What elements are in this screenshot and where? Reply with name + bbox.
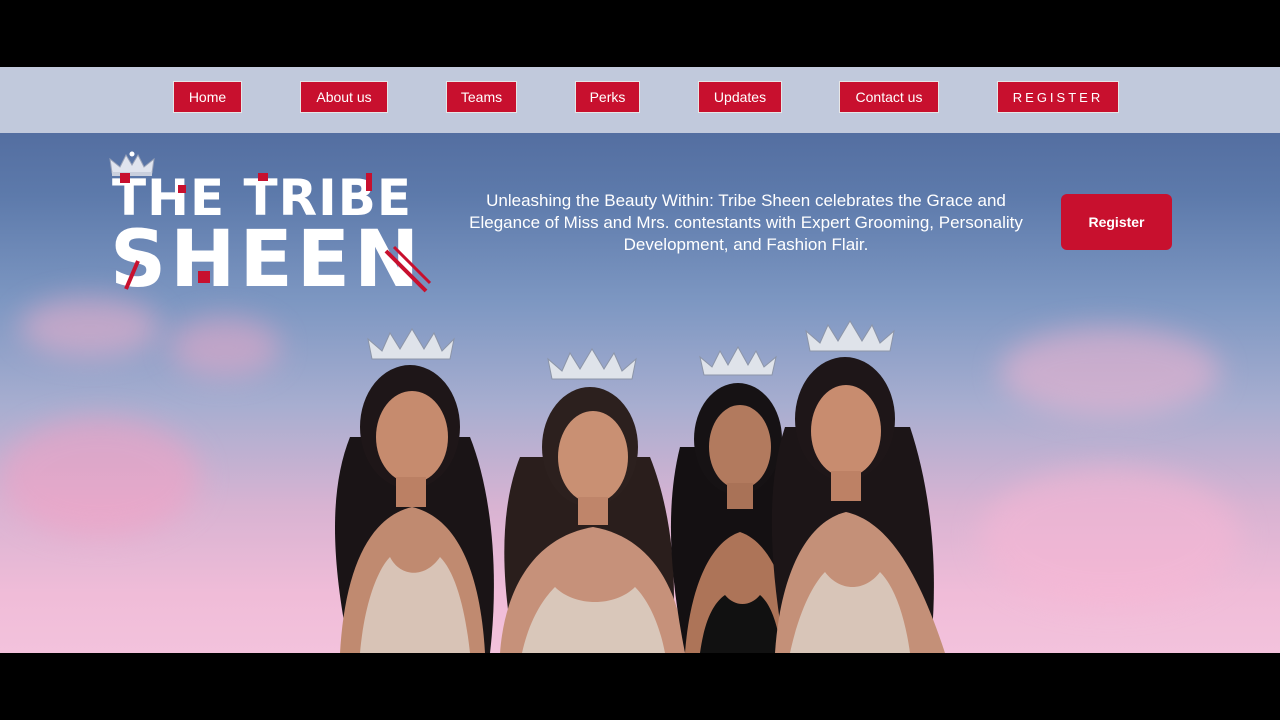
- sky-cloud: [980, 467, 1240, 607]
- contestant-figure: [771, 320, 945, 653]
- sky-cloud: [170, 317, 280, 377]
- nav-teams[interactable]: Teams: [446, 81, 517, 113]
- nav-updates[interactable]: Updates: [698, 81, 782, 113]
- sky-cloud: [0, 417, 200, 537]
- sky-cloud: [20, 297, 160, 357]
- nav-perks[interactable]: Perks: [575, 81, 640, 113]
- nav-home[interactable]: Home: [173, 81, 242, 113]
- top-navbar: Home About us Teams Perks Updates Contac…: [0, 67, 1280, 133]
- nav-about-us[interactable]: About us: [300, 81, 388, 113]
- brand-logo[interactable]: THE TRIBE SHEEN: [108, 151, 438, 301]
- contestant-figure: [500, 348, 685, 653]
- landing-page: Home About us Teams Perks Updates Contac…: [0, 67, 1280, 653]
- contestants-photo: [335, 320, 945, 653]
- nav-register-button[interactable]: REGISTER: [997, 81, 1119, 113]
- nav-contact-us[interactable]: Contact us: [839, 81, 939, 113]
- hero-tagline: Unleashing the Beauty Within: Tribe Shee…: [469, 191, 1023, 254]
- logo-accent-marks: [120, 173, 432, 293]
- sky-cloud: [1000, 327, 1220, 417]
- contestant-figure: [335, 328, 494, 653]
- hero-register-button[interactable]: Register: [1061, 194, 1172, 250]
